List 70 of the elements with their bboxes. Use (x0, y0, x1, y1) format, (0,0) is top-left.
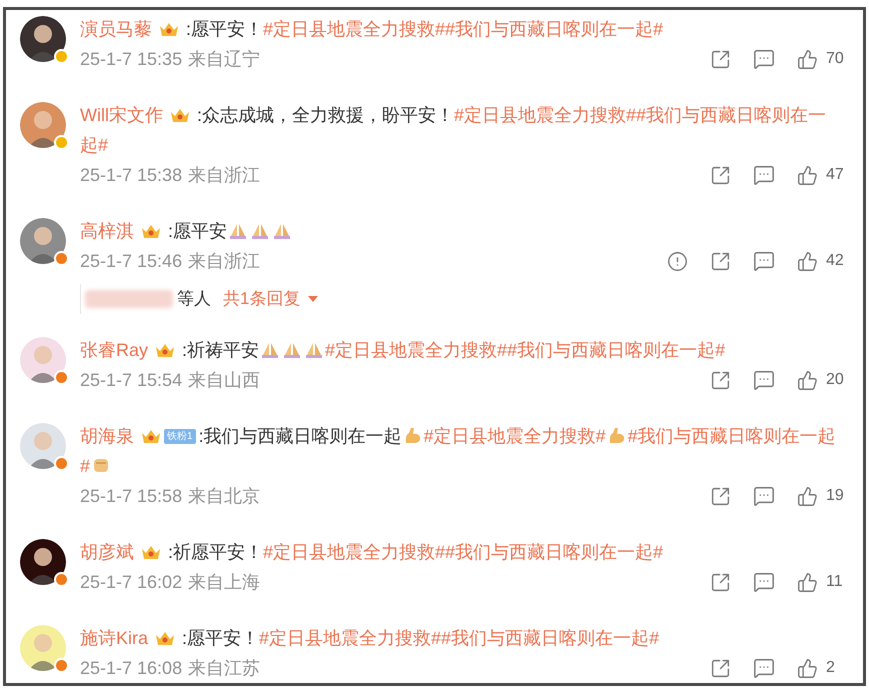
like-count: 19 (826, 486, 844, 506)
like-count: 47 (826, 165, 844, 185)
comment-time: 25-1-7 16:08 (80, 656, 182, 680)
like-count: 42 (826, 251, 844, 271)
comment-text: :愿平安！ (186, 19, 264, 39)
comment-time: 25-1-7 16:02 (80, 570, 182, 594)
user-name[interactable]: Will宋文作 (80, 100, 163, 130)
comment-icon[interactable] (753, 369, 775, 391)
comment-text: :愿平安 (168, 221, 228, 241)
comment-location: 来自北京 (188, 484, 260, 508)
hashtag-link[interactable]: 起# (80, 135, 108, 155)
like-icon[interactable] (797, 164, 818, 186)
report-icon[interactable] (667, 250, 688, 272)
share-icon[interactable] (710, 486, 731, 506)
like-icon[interactable] (797, 658, 818, 678)
comment-text: :我们与西藏日喀则在一起 (198, 426, 402, 446)
hashtag-link[interactable]: #定日县地震全力搜救##我们与西藏日喀则在一起# (325, 340, 726, 360)
comment-text: :愿平安！ (182, 628, 260, 648)
like-icon[interactable] (797, 486, 818, 506)
comment-icon[interactable] (753, 48, 775, 70)
comment-location: 来自上海 (188, 570, 260, 594)
comment-location: 来自浙江 (188, 250, 260, 272)
user-name[interactable]: 施诗Kira (80, 623, 148, 653)
comment-time: 25-1-7 15:58 (80, 484, 182, 508)
user-name[interactable]: 胡海泉 (80, 421, 134, 451)
comment-text: :众志成城，全力救援，盼平安！ (197, 105, 454, 125)
hashtag-link[interactable]: #定日县地震全力搜救##我们与西藏日喀则在一起# (259, 628, 660, 648)
share-icon[interactable] (710, 48, 731, 70)
hashtag-link[interactable]: #我们与西藏日喀则在一起 (628, 426, 836, 446)
comment-icon[interactable] (753, 657, 775, 679)
reply-count-link[interactable]: 共1条回复 (223, 286, 318, 312)
comment-location: 来自江苏 (188, 656, 260, 680)
caret-icon (308, 296, 318, 302)
like-icon[interactable] (797, 572, 818, 592)
comment-icon[interactable] (753, 571, 775, 593)
user-name[interactable]: 高梓淇 (80, 216, 134, 246)
comment-location: 来自辽宁 (188, 48, 260, 70)
share-icon[interactable] (710, 250, 731, 272)
share-icon[interactable] (710, 572, 731, 592)
share-icon[interactable] (710, 164, 731, 186)
reply-users-suffix: 等人 (177, 288, 211, 310)
comment-text: :祈祷平安 (182, 340, 260, 360)
comment-time: 25-1-7 15:46 (80, 250, 182, 272)
comment-time: 25-1-7 15:35 (80, 48, 182, 70)
hashtag-link[interactable]: # (80, 456, 90, 476)
share-icon[interactable] (710, 658, 731, 678)
comment-time: 25-1-7 15:54 (80, 368, 182, 392)
comment-icon[interactable] (753, 164, 775, 186)
hashtag-link[interactable]: #定日县地震全力搜救##我们与西藏日喀则在一 (454, 105, 826, 125)
comment-location: 来自浙江 (188, 164, 260, 186)
like-count: 20 (826, 370, 844, 390)
fan-badge: 铁粉1 (164, 428, 196, 444)
user-name[interactable]: 张睿Ray (80, 335, 148, 365)
comment-icon[interactable] (753, 485, 775, 507)
like-count: 70 (826, 49, 844, 69)
user-name[interactable]: 胡彦斌 (80, 537, 134, 567)
like-icon[interactable] (797, 48, 818, 70)
like-icon[interactable] (797, 250, 818, 272)
hashtag-link[interactable]: #定日县地震全力搜救# (424, 426, 606, 446)
like-count: 11 (826, 572, 843, 592)
like-icon[interactable] (797, 370, 818, 390)
comment-location: 来自山西 (188, 368, 260, 392)
user-name[interactable]: 演员马藜 (80, 14, 152, 44)
comment-icon[interactable] (753, 250, 775, 272)
hashtag-link[interactable]: #定日县地震全力搜救##我们与西藏日喀则在一起# (263, 542, 664, 562)
like-count: 2 (826, 658, 835, 678)
comment-time: 25-1-7 15:38 (80, 164, 182, 186)
comment-text: :祈愿平安！ (168, 542, 264, 562)
hashtag-link[interactable]: #定日县地震全力搜救##我们与西藏日喀则在一起# (263, 19, 664, 39)
share-icon[interactable] (710, 370, 731, 390)
